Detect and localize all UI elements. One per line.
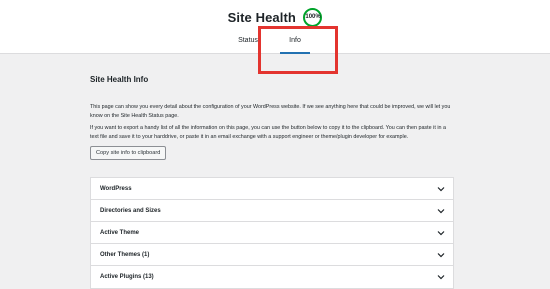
intro-paragraph: This page can show you every detail abou… [90,104,451,119]
chevron-down-icon [437,275,445,280]
site-health-info-section: Site Health Info This page can show you … [90,70,454,161]
tab-info[interactable]: Info [280,36,310,54]
title-wrap: Site Health 100% [0,8,550,27]
accordion-item-directories-and-sizes[interactable]: Directories and Sizes [91,200,453,222]
export-paragraph: If you want to export a handy list of al… [90,125,447,140]
chevron-down-icon [437,208,445,213]
accordion-item-wordpress[interactable]: WordPress [91,178,453,200]
tab-status[interactable]: Status [236,36,260,54]
tab-bar: Status Info [0,34,550,54]
accordion-item-active-theme[interactable]: Active Theme [91,222,453,244]
health-score-ring: 100% [303,8,323,27]
accordion-item-label: Active Plugins (13) [100,274,154,280]
copy-site-info-button[interactable]: Copy site info to clipboard [90,146,167,161]
chevron-down-icon [437,230,445,235]
accordion-item-other-themes[interactable]: Other Themes (1) [91,244,453,266]
chevron-down-icon [437,186,445,191]
accordion-item-label: Directories and Sizes [100,207,161,214]
info-accordion: WordPress Directories and Sizes Active T… [90,177,454,289]
section-title: Site Health Info [90,75,149,84]
page-title: Site Health [227,10,296,25]
accordion-item-label: WordPress [100,185,132,192]
accordion-item-active-plugins[interactable]: Active Plugins (13) [91,266,453,288]
accordion-item-label: Other Themes (1) [100,251,150,258]
site-health-header: Site Health 100% Status Info [0,0,550,54]
chevron-down-icon [437,252,445,257]
accordion-item-label: Active Theme [100,229,140,236]
